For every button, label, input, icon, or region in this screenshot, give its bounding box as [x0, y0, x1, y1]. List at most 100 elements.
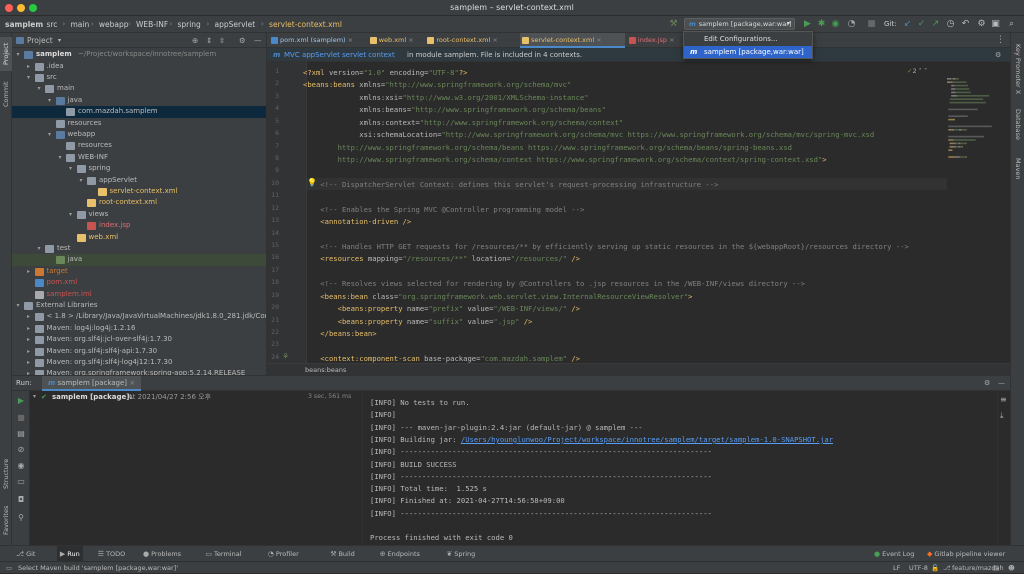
toggle-view-icon[interactable]: ▤ — [15, 429, 27, 439]
breadcrumb-item[interactable]: servlet-context.xml — [269, 16, 342, 33]
tree-item[interactable]: ▸Maven: org.slf4j:slf4j-log4j12:1.7.30 — [12, 357, 267, 369]
bottom-tab[interactable]: ⎇Git — [16, 546, 35, 562]
chevron-right-icon[interactable]: ▸ — [25, 357, 33, 369]
git-push-icon[interactable]: ↗ — [930, 19, 941, 30]
chevron-down-icon[interactable]: ▾ — [67, 209, 75, 221]
tree-item[interactable]: ▸Maven: log4j:log4j:1.2.16 — [12, 323, 267, 335]
tree-item[interactable]: web.xml — [12, 232, 267, 244]
run-configuration-selector[interactable]: msamplem [package,war:war]▾ — [684, 18, 795, 30]
chevron-down-icon[interactable]: ▾ — [46, 129, 54, 141]
rerun-icon[interactable]: ▶ — [15, 396, 27, 406]
chevron-right-icon[interactable]: ▸ — [25, 323, 33, 335]
tree-item[interactable]: ▾spring — [12, 163, 267, 175]
run-tree-item[interactable]: ▾ ✔ samplem [package]: At 2021/04/27 2:5… — [30, 391, 363, 403]
breadcrumb-item[interactable]: webapp — [99, 16, 129, 33]
editor-tab[interactable]: pom.xml (samplem) × — [269, 33, 366, 48]
gear-icon[interactable]: ⚙ — [239, 33, 246, 48]
editor-tabs-menu-icon[interactable]: ⋮ — [996, 35, 1005, 45]
scroll-to-end-icon[interactable]: ⤓ — [1000, 411, 1004, 421]
expand-all-icon[interactable]: ⇕ — [206, 33, 212, 48]
editor-tab[interactable]: web.xml × — [368, 33, 424, 48]
tree-item[interactable]: ▾webapp — [12, 129, 267, 141]
history-icon[interactable]: ◷ — [945, 19, 956, 30]
chevron-right-icon[interactable]: ▸ — [25, 311, 33, 323]
rollback-icon[interactable]: ↶ — [960, 19, 971, 30]
bottom-tab[interactable]: ⚒Build — [330, 546, 355, 562]
chevron-right-icon[interactable]: ▸ — [25, 334, 33, 346]
chevron-down-icon[interactable]: ▾ — [35, 83, 43, 95]
git-update-icon[interactable]: ↙ — [902, 19, 913, 30]
git-commit-icon[interactable]: ✓ — [916, 19, 927, 30]
banner-context-link[interactable]: MVC appServlet servlet context — [284, 48, 395, 62]
editor-tab[interactable]: index.jsp × — [627, 33, 691, 48]
bottom-tab[interactable]: ⊕Endpoints — [380, 546, 420, 562]
camera-icon[interactable]: ◘ — [15, 495, 27, 505]
tree-item[interactable]: com.mazdah.samplem — [12, 106, 267, 118]
editor-tab[interactable]: servlet-context.xml × — [520, 33, 625, 48]
tree-item[interactable]: resources — [12, 140, 267, 152]
chevron-down-icon[interactable]: ▾ — [33, 391, 36, 403]
tree-item[interactable]: ▾src — [12, 72, 267, 84]
close-icon[interactable]: × — [406, 36, 414, 44]
tool-tab-maven[interactable]: Maven — [1012, 153, 1024, 185]
breadcrumb-item[interactable]: src — [46, 16, 57, 33]
status-expand-icon[interactable]: ▭ — [6, 562, 12, 574]
notifications-icon[interactable]: ☻ — [1008, 562, 1015, 574]
chevron-down-icon[interactable]: ▾ — [35, 243, 43, 255]
close-icon[interactable]: × — [490, 36, 498, 44]
tree-item[interactable]: ▾WEB-INF — [12, 152, 267, 164]
pin-icon[interactable]: ⚲ — [15, 513, 27, 523]
chevron-down-icon[interactable]: ▾ — [67, 163, 75, 175]
chevron-right-icon[interactable]: ▸ — [25, 368, 33, 375]
chevron-down-icon[interactable]: ▾ — [56, 152, 64, 164]
line-separator[interactable]: LF — [893, 562, 900, 574]
debug-icon[interactable]: ✱ — [816, 19, 827, 30]
chevron-down-icon[interactable]: ▾ — [46, 95, 54, 107]
tree-item[interactable]: ▾External Libraries — [12, 300, 267, 312]
tree-root[interactable]: ▾ samplem ~/Project/workspace/innotree/s… — [12, 49, 267, 61]
collapse-all-icon[interactable]: ⇳ — [219, 33, 225, 48]
bottom-tab[interactable]: ▶Run — [57, 546, 83, 562]
profile-icon[interactable]: ◔ — [846, 19, 857, 30]
chevron-right-icon[interactable]: ▸ — [25, 61, 33, 73]
hide-icon[interactable]: — — [254, 33, 262, 48]
tool-tab-key-promoter[interactable]: Key Promoter X — [1012, 39, 1024, 99]
tree-item[interactable]: ▸< 1.8 > /Library/Java/JavaVirtualMachin… — [12, 311, 267, 323]
tool-tab-database[interactable]: Database — [1012, 105, 1024, 145]
chevron-right-icon[interactable]: ▸ — [25, 266, 33, 278]
build-hammer-icon[interactable]: ⚒ — [668, 19, 679, 30]
tree-item[interactable]: pom.xml — [12, 277, 267, 289]
tree-item[interactable]: java — [12, 254, 267, 266]
close-window-button[interactable] — [5, 4, 13, 12]
dropdown-item-samplem[interactable]: msamplem [package,war:war] — [684, 46, 812, 58]
tree-item[interactable]: ▸target — [12, 266, 267, 278]
tree-item[interactable]: resources — [12, 118, 267, 130]
inspection-widget[interactable]: ✓2 ˄ ˅ — [907, 67, 927, 75]
memory-icon[interactable]: ▤ — [993, 562, 999, 574]
settings-icon[interactable]: ⚙ — [976, 19, 987, 30]
chevron-down-icon[interactable]: ▾ — [77, 175, 85, 187]
tree-item[interactable]: ▾appServlet — [12, 175, 267, 187]
layout-icon[interactable]: ▣ — [990, 19, 1001, 30]
tree-item[interactable]: ▾main — [12, 83, 267, 95]
lock-icon[interactable]: 🔓 — [931, 562, 939, 574]
stop-icon[interactable]: ■ — [866, 19, 877, 30]
tree-item[interactable]: ▸Maven: org.slf4j:slf4j-api:1.7.30 — [12, 346, 267, 358]
tree-item[interactable]: ▸.idea — [12, 61, 267, 73]
locate-icon[interactable]: ⊕ — [192, 33, 198, 48]
chevron-down-icon[interactable]: ▾ — [25, 72, 33, 84]
tree-item[interactable]: root-context.xml — [12, 197, 267, 209]
breadcrumb-item[interactable]: spring — [177, 16, 200, 33]
editor-tab[interactable]: root-context.xml × — [425, 33, 518, 48]
chevron-down-icon[interactable]: ▾ — [14, 300, 22, 312]
eye-icon[interactable]: ◉ — [15, 461, 27, 471]
run-icon[interactable]: ▶ — [802, 19, 813, 30]
code-minimap[interactable] — [945, 76, 1001, 166]
breadcrumb-item[interactable]: main — [71, 16, 90, 33]
zoom-window-button[interactable] — [29, 4, 37, 12]
soft-wrap-icon[interactable]: ≡ — [1000, 395, 1007, 404]
wrench-icon[interactable]: ⚙ — [995, 48, 1001, 62]
tree-item[interactable]: ▾java — [12, 95, 267, 107]
search-icon[interactable]: ⌕ — [1006, 19, 1017, 30]
tree-item[interactable]: ▾test — [12, 243, 267, 255]
